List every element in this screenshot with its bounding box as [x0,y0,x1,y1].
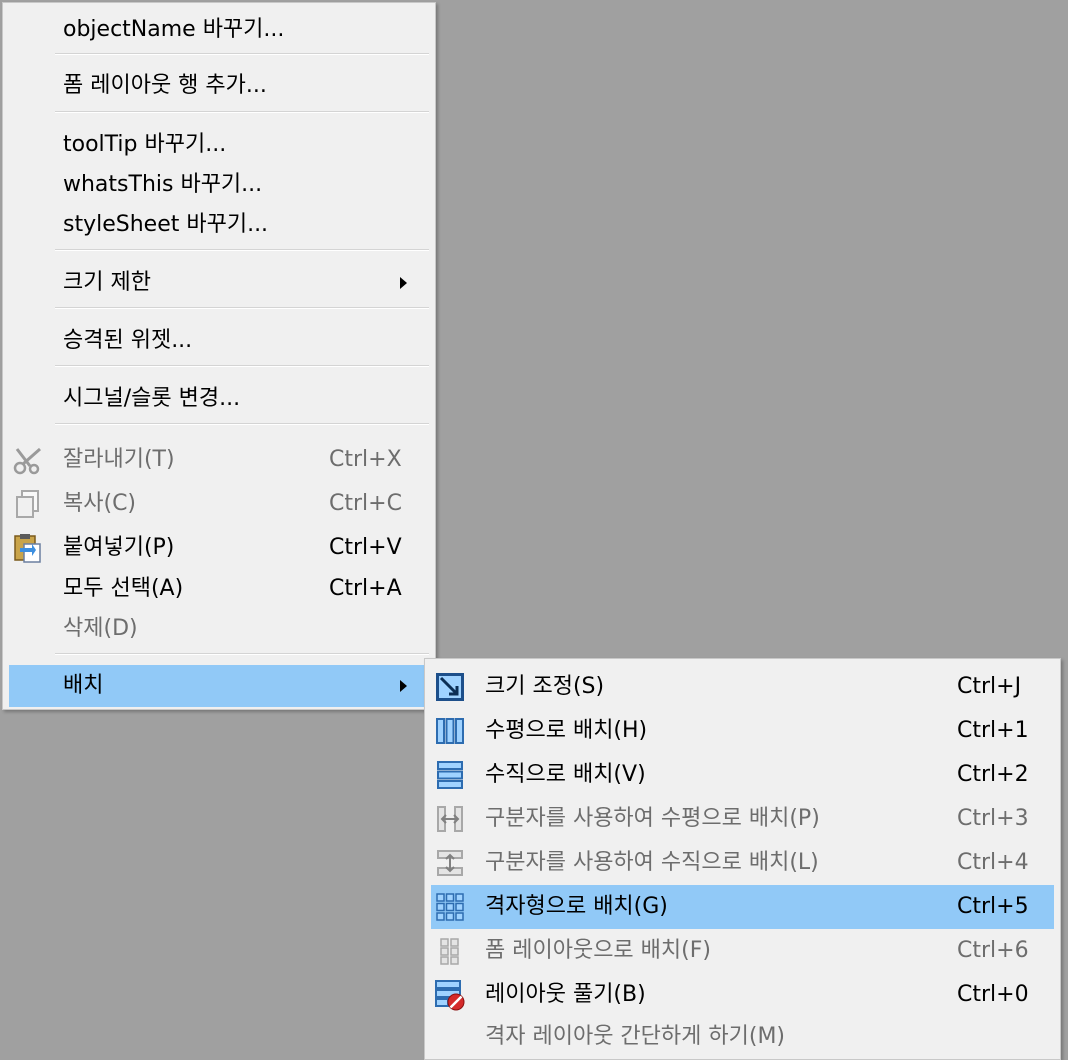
submenu-arrow-icon [400,680,407,692]
submenu-arrow-icon [400,277,407,289]
menu-separator [55,53,429,55]
menu-item-shortcut: Ctrl+J [957,674,1022,699]
menu-item-change-tooltip[interactable]: toolTip 바꾸기... [9,127,429,163]
menu-item-label: 폼 레이아웃으로 배치(F) [485,938,711,963]
menu-separator [55,423,429,425]
menu-item-label: 격자 레이아웃 간단하게 하기(M) [485,1024,786,1049]
submenu-item-vertical-layout[interactable]: 수직으로 배치(V) Ctrl+2 [431,753,1054,797]
menu-item-label: 수직으로 배치(V) [485,762,646,787]
menu-item-shortcut: Ctrl+1 [957,718,1029,743]
submenu-item-break-layout[interactable]: 레이아웃 풀기(B) Ctrl+0 [431,973,1054,1017]
submenu-item-horizontal-splitter[interactable]: 구분자를 사용하여 수평으로 배치(P) Ctrl+3 [431,797,1054,841]
menu-item-shortcut: Ctrl+3 [957,806,1029,831]
form-layout-icon [433,935,467,967]
menu-item-layout[interactable]: 배치 [9,665,429,707]
menu-item-shortcut: Ctrl+5 [957,894,1029,919]
menu-item-shortcut: Ctrl+A [329,576,402,601]
submenu-item-horizontal-layout[interactable]: 수평으로 배치(H) Ctrl+1 [431,709,1054,753]
menu-item-shortcut: Ctrl+4 [957,850,1029,875]
menu-item-cut[interactable]: 잘라내기(T) Ctrl+X [9,439,429,481]
menu-item-paste[interactable]: 붙여넣기(P) Ctrl+V [9,527,429,569]
menu-item-label: 붙여넣기(P) [63,535,175,560]
menu-item-label: whatsThis 바꾸기... [63,172,263,197]
menu-item-change-objectname[interactable]: objectName 바꾸기... [9,13,429,47]
menu-item-label: 수평으로 배치(H) [485,718,648,743]
menu-item-label: 모두 선택(A) [63,576,184,601]
menu-item-label: 복사(C) [63,491,137,516]
context-menu: objectName 바꾸기... 폼 레이아웃 행 추가... toolTip… [2,2,436,710]
menu-item-label: 구분자를 사용하여 수직으로 배치(L) [485,850,819,875]
menu-separator [55,653,429,655]
layout-submenu: 크기 조정(S) Ctrl+J 수평으로 배치(H) Ctrl+1 수직으로 배… [424,658,1061,1060]
menu-item-label: 시그널/슬롯 변경... [63,386,241,411]
menu-separator [55,307,429,309]
menu-item-shortcut: Ctrl+C [329,491,402,516]
copy-icon [11,488,45,520]
menu-item-label: 레이아웃 풀기(B) [485,982,646,1007]
paste-icon [11,532,45,564]
menu-item-label: 잘라내기(T) [63,447,175,472]
menu-item-change-signals-slots[interactable]: 시그널/슬롯 변경... [9,381,429,417]
menu-item-shortcut: Ctrl+X [329,447,402,472]
grid-layout-icon [433,891,467,923]
adjust-size-icon [433,671,467,703]
submenu-item-adjust-size[interactable]: 크기 조정(S) Ctrl+J [431,665,1054,709]
menu-item-change-stylesheet[interactable]: styleSheet 바꾸기... [9,207,429,243]
menu-item-label: styleSheet 바꾸기... [63,212,269,237]
menu-item-label: 배치 [63,673,104,698]
horizontal-splitter-icon [433,803,467,835]
menu-item-label: 크기 조정(S) [485,674,605,699]
menu-item-add-form-row[interactable]: 폼 레이아웃 행 추가... [9,69,429,103]
menu-item-size-constraints[interactable]: 크기 제한 [9,265,429,301]
submenu-item-form-layout[interactable]: 폼 레이아웃으로 배치(F) Ctrl+6 [431,929,1054,973]
menu-item-label: toolTip 바꾸기... [63,132,227,157]
menu-item-shortcut: Ctrl+V [329,535,402,560]
vertical-splitter-icon [433,847,467,879]
menu-separator [55,365,429,367]
menu-item-change-whatsthis[interactable]: whatsThis 바꾸기... [9,167,429,203]
menu-item-shortcut: Ctrl+0 [957,982,1029,1007]
horizontal-layout-icon [433,715,467,747]
menu-item-label: 삭제(D) [63,616,138,641]
break-layout-icon [433,979,467,1011]
menu-item-select-all[interactable]: 모두 선택(A) Ctrl+A [9,569,429,609]
menu-item-shortcut: Ctrl+2 [957,762,1029,787]
submenu-item-grid-layout[interactable]: 격자형으로 배치(G) Ctrl+5 [431,885,1054,929]
menu-item-copy[interactable]: 복사(C) Ctrl+C [9,483,429,525]
submenu-item-simplify-grid-layout[interactable]: 격자 레이아웃 간단하게 하기(M) [431,1017,1054,1057]
menu-item-label: 승격된 위젯... [63,328,193,353]
menu-separator [55,111,429,113]
submenu-item-vertical-splitter[interactable]: 구분자를 사용하여 수직으로 배치(L) Ctrl+4 [431,841,1054,885]
menu-separator [55,249,429,251]
scissors-icon [11,444,45,476]
vertical-layout-icon [433,759,467,791]
menu-item-promoted-widgets[interactable]: 승격된 위젯... [9,323,429,359]
menu-item-label: 크기 제한 [63,270,151,295]
menu-item-shortcut: Ctrl+6 [957,938,1029,963]
menu-item-label: objectName 바꾸기... [63,17,285,42]
menu-item-delete[interactable]: 삭제(D) [9,609,429,649]
menu-item-label: 폼 레이아웃 행 추가... [63,73,267,98]
menu-item-label: 구분자를 사용하여 수평으로 배치(P) [485,806,820,831]
menu-item-label: 격자형으로 배치(G) [485,894,668,919]
